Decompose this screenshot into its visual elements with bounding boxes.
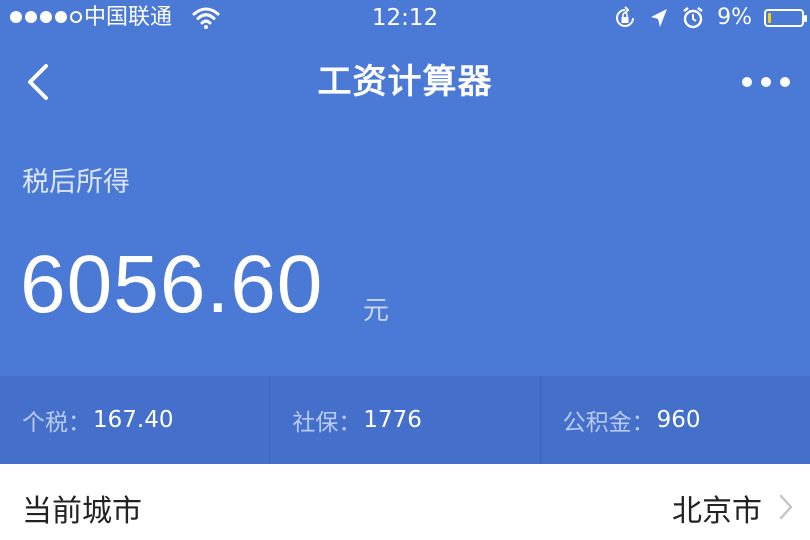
income-tax-item: 个税： 167.40 (0, 376, 271, 464)
alarm-icon (683, 7, 703, 29)
battery-percent: 9% (717, 5, 752, 30)
page-title: 工资计算器 (317, 62, 493, 102)
income-tax-label: 个税： (22, 410, 91, 436)
more-dots-icon[interactable] (742, 64, 790, 100)
social-insurance-value: 1776 (363, 407, 422, 433)
header-panel: 中国联通 12:12 9% 工资计算器 税后所得 6056.60 元 个税： 1… (0, 0, 810, 464)
orientation-lock-icon (616, 6, 635, 27)
chevron-right-icon (779, 494, 793, 520)
after-tax-income-label: 税后所得 (22, 167, 130, 198)
current-city-label: 当前城市 (22, 494, 142, 529)
after-tax-amount: 6056.60 (20, 239, 324, 330)
housing-fund-item: 公积金： 960 (541, 376, 810, 464)
currency-unit: 元 (363, 296, 390, 326)
battery-icon (764, 9, 807, 27)
status-bar: 中国联通 12:12 9% (0, 0, 810, 36)
housing-fund-label: 公积金： (562, 410, 655, 436)
social-insurance-label: 社保： (292, 410, 362, 436)
location-arrow-icon (651, 9, 668, 27)
social-insurance-item: 社保： 1776 (270, 376, 541, 464)
housing-fund-value: 960 (656, 407, 701, 433)
current-city-row[interactable]: 当前城市 北京市 (0, 464, 810, 540)
income-tax-value: 167.40 (93, 407, 174, 433)
current-city-value: 北京市 (672, 494, 762, 529)
deduction-breakdown: 个税： 167.40 社保： 1776 公积金： 960 (0, 376, 810, 464)
